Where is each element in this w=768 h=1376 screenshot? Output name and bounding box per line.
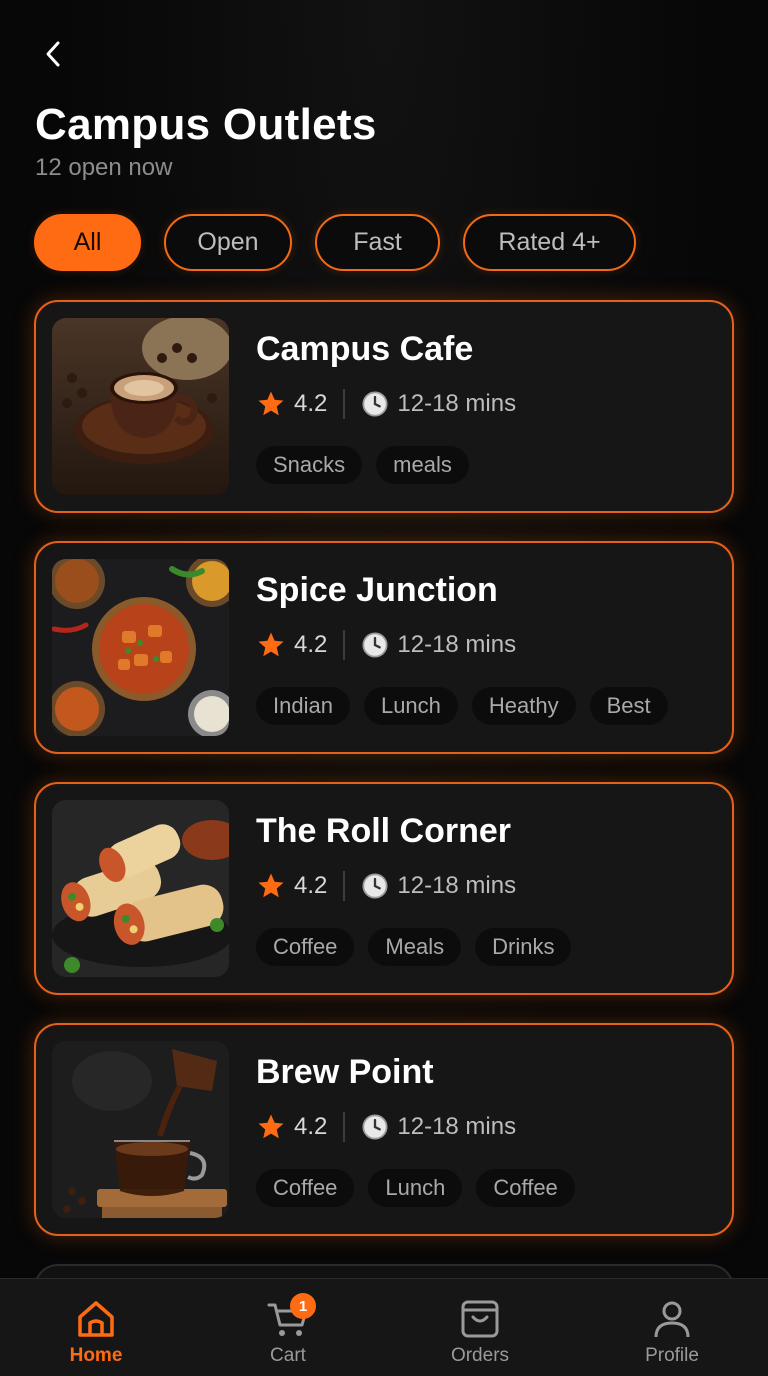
outlet-meta: 4.2 12-18 mins — [256, 869, 716, 903]
tab-orders[interactable]: Orders — [384, 1279, 576, 1376]
meta-divider — [343, 871, 346, 901]
outlet-tag: Heathy — [471, 687, 576, 725]
user-icon — [654, 1301, 690, 1338]
open-count: 12 open now — [35, 154, 173, 181]
outlet-tag: Drinks — [475, 928, 572, 966]
outlet-time: 12-18 mins — [397, 872, 517, 899]
outlet-tags: Coffee Lunch Coffee — [256, 1169, 716, 1207]
outlet-name: Spice Junction — [256, 571, 498, 609]
meta-divider — [343, 389, 346, 419]
outlet-time: 12-18 mins — [397, 390, 517, 417]
filter-chip-all[interactable]: All — [34, 214, 141, 271]
outlet-list: Campus Cafe 4.2 12-18 mins Snacks meals — [34, 300, 734, 1376]
pour-coffee-image — [52, 1041, 229, 1218]
outlet-tag: Coffee — [476, 1169, 575, 1207]
outlet-name: The Roll Corner — [256, 812, 512, 850]
star-icon — [258, 1114, 284, 1139]
tab-home-label: Home — [69, 1345, 123, 1366]
outlet-rating: 4.2 — [294, 631, 328, 658]
tab-profile-label: Profile — [645, 1345, 699, 1366]
outlet-tags: Indian Lunch Heathy Best — [256, 687, 716, 725]
outlet-tags: Snacks meals — [256, 446, 716, 484]
page-title: Campus Outlets — [35, 100, 377, 149]
tab-home[interactable]: Home — [0, 1279, 192, 1376]
star-icon — [258, 632, 284, 657]
coffee-cup-image — [52, 318, 229, 495]
chevron-left-icon — [46, 41, 60, 67]
outlet-tag: Coffee — [256, 1169, 355, 1207]
outlet-name: Campus Cafe — [256, 330, 474, 368]
filter-chips: All Open Fast Rated 4+ — [34, 214, 636, 271]
star-icon — [258, 873, 284, 898]
wraps-image — [52, 800, 229, 977]
meta-divider — [343, 1112, 346, 1142]
outlet-rating: 4.2 — [294, 1113, 328, 1140]
tab-profile[interactable]: Profile — [576, 1279, 768, 1376]
home-icon — [78, 1301, 114, 1337]
outlet-card[interactable]: Spice Junction 4.2 12-18 mins Indian Lun… — [34, 541, 734, 754]
outlet-tag: Lunch — [363, 687, 458, 725]
outlet-card[interactable]: Campus Cafe 4.2 12-18 mins Snacks meals — [34, 300, 734, 513]
outlet-tags: Coffee Meals Drinks — [256, 928, 716, 966]
outlet-tag: Coffee — [256, 928, 355, 966]
outlet-name: Brew Point — [256, 1053, 434, 1091]
clock-icon — [362, 632, 388, 658]
tab-cart-label: Cart — [270, 1345, 306, 1366]
cart-badge: 1 — [290, 1293, 316, 1319]
outlet-tag: Meals — [368, 928, 462, 966]
outlet-meta: 4.2 12-18 mins — [256, 1110, 716, 1144]
back-button[interactable] — [34, 34, 74, 74]
tab-cart[interactable]: 1 Cart — [192, 1279, 384, 1376]
tab-orders-label: Orders — [450, 1345, 510, 1366]
outlet-rating: 4.2 — [294, 872, 328, 899]
outlet-tag: Lunch — [368, 1169, 463, 1207]
bottom-tab-bar: Home 1 Cart Orders Profile — [0, 1278, 768, 1376]
outlet-tag: meals — [376, 446, 469, 484]
clock-icon — [362, 1114, 388, 1140]
clock-icon — [362, 391, 388, 417]
filter-chip-rated[interactable]: Rated 4+ — [463, 214, 636, 271]
outlet-rating: 4.2 — [294, 390, 328, 417]
outlets-screen: Campus Outlets 12 open now All Open Fast… — [0, 0, 768, 1376]
star-icon — [258, 391, 284, 416]
meta-divider — [343, 630, 346, 660]
clock-icon — [362, 873, 388, 899]
filter-chip-fast[interactable]: Fast — [315, 214, 440, 271]
outlet-card[interactable]: Brew Point 4.2 12-18 mins Coffee Lunch C… — [34, 1023, 734, 1236]
outlet-meta: 4.2 12-18 mins — [256, 628, 716, 662]
curry-bowls-image — [52, 559, 229, 736]
bag-icon — [461, 1300, 499, 1338]
outlet-time: 12-18 mins — [397, 631, 517, 658]
outlet-time: 12-18 mins — [397, 1113, 517, 1140]
outlet-tag: Snacks — [256, 446, 363, 484]
outlet-tag: Best — [589, 687, 668, 725]
outlet-meta: 4.2 12-18 mins — [256, 387, 716, 421]
filter-chip-open[interactable]: Open — [164, 214, 292, 271]
outlet-card[interactable]: The Roll Corner 4.2 12-18 mins Coffee Me… — [34, 782, 734, 995]
outlet-tag: Indian — [256, 687, 350, 725]
